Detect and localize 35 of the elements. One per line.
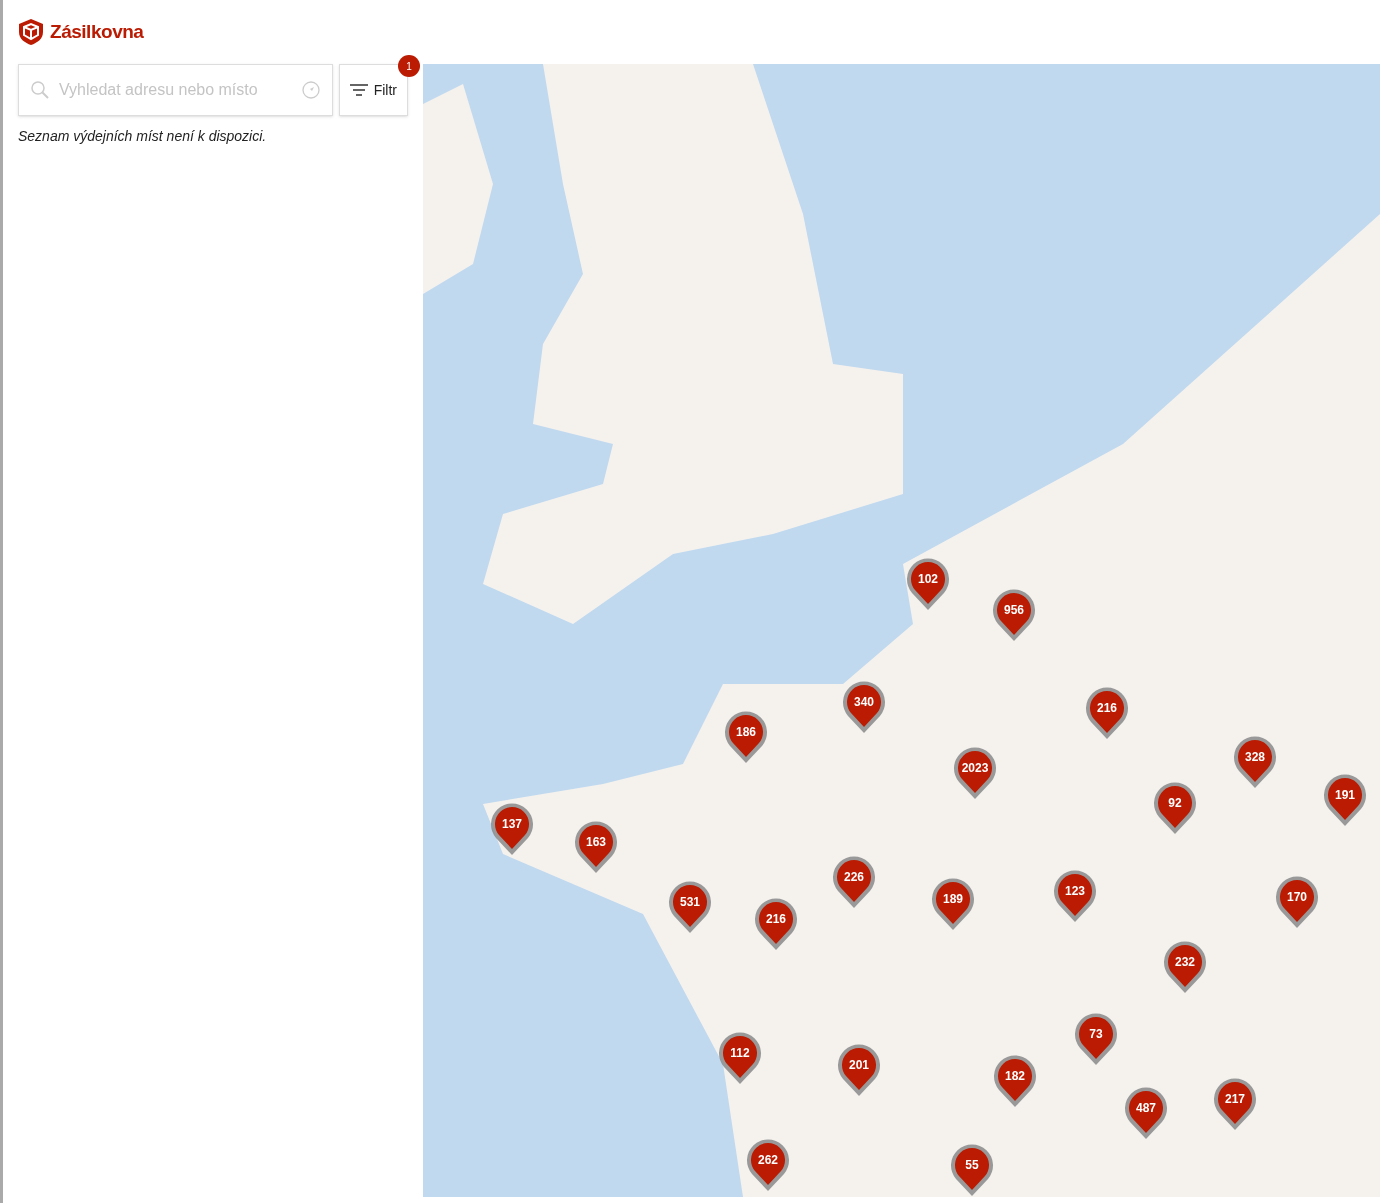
cluster-marker[interactable]: 163 [574, 820, 618, 874]
search-field[interactable]: Vyhledat adresu nebo místo [18, 64, 333, 116]
cluster-marker[interactable]: 137 [490, 802, 534, 856]
cluster-marker[interactable]: 956 [992, 588, 1036, 642]
filter-icon [349, 83, 368, 97]
logo-icon [18, 18, 44, 46]
empty-list-message: Seznam výdejních míst není k dispozici. [18, 127, 268, 146]
search-icon [30, 80, 50, 100]
brand-name: Zásilkovna [50, 19, 144, 44]
cluster-marker[interactable]: 186 [724, 710, 768, 764]
cluster-marker[interactable]: 531 [668, 880, 712, 934]
cluster-marker[interactable]: 170 [1275, 875, 1319, 929]
cluster-marker[interactable]: 328 [1233, 735, 1277, 789]
cluster-marker[interactable]: 340 [842, 680, 886, 734]
cluster-marker[interactable]: 232 [1163, 940, 1207, 994]
cluster-marker[interactable]: 216 [1085, 686, 1129, 740]
cluster-marker[interactable]: 487 [1124, 1086, 1168, 1140]
cluster-marker[interactable]: 112 [718, 1031, 762, 1085]
cluster-marker[interactable]: 262 [746, 1138, 790, 1192]
cluster-marker[interactable]: 201 [837, 1043, 881, 1097]
cluster-marker[interactable]: 226 [832, 855, 876, 909]
cluster-marker[interactable]: 2023 [953, 746, 997, 800]
map-drawing[interactable] [423, 64, 1380, 1197]
filter-count-badge: 1 [398, 55, 420, 77]
cluster-marker[interactable]: 182 [993, 1054, 1037, 1108]
cluster-marker[interactable]: 123 [1053, 869, 1097, 923]
cluster-marker[interactable]: 216 [754, 897, 798, 951]
cluster-marker[interactable]: 92 [1153, 781, 1197, 835]
cluster-marker[interactable]: 217 [1213, 1077, 1257, 1131]
filter-button[interactable]: Filtr [338, 64, 408, 116]
cluster-marker[interactable]: 191 [1323, 773, 1367, 827]
cluster-marker[interactable]: 73 [1074, 1012, 1118, 1066]
cluster-marker[interactable]: 189 [931, 877, 975, 931]
cluster-marker[interactable]: 55 [950, 1143, 994, 1197]
cluster-marker[interactable]: 102 [906, 557, 950, 611]
